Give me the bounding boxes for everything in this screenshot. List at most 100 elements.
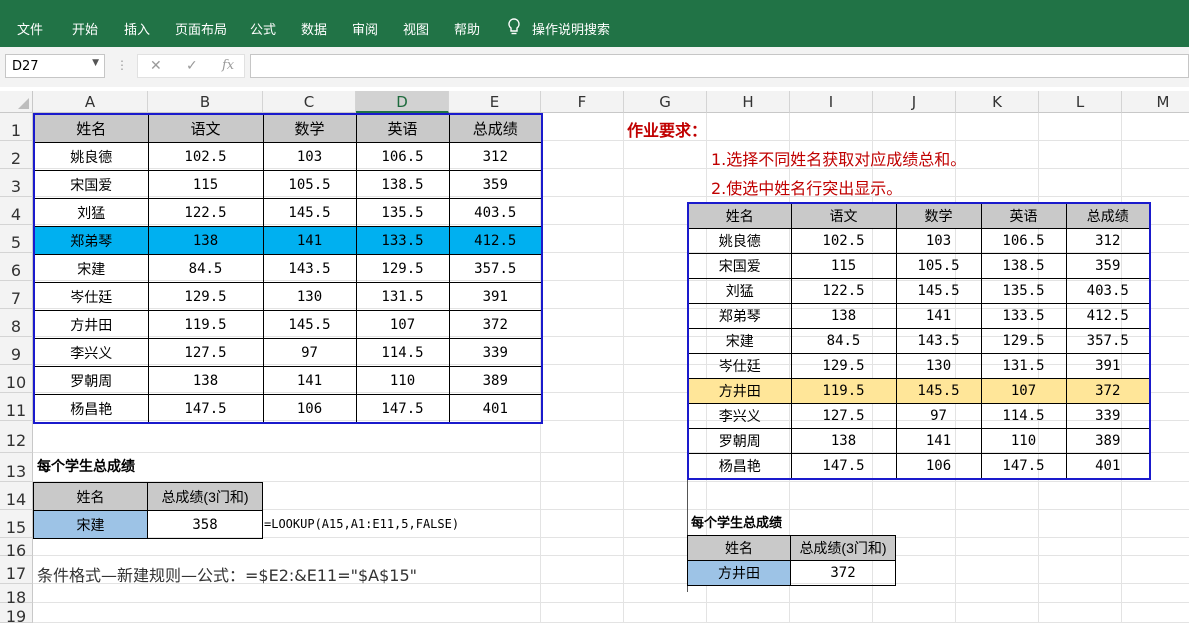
table-cell[interactable]: 刘猛 [33, 198, 149, 227]
table-cell[interactable]: 147.5 [355, 394, 450, 424]
table-cell[interactable]: 389 [448, 366, 543, 395]
tab-help[interactable]: 帮助 [454, 19, 480, 38]
table-cell[interactable]: 141 [262, 226, 357, 255]
table-cell[interactable]: 宋国爱 [33, 170, 149, 199]
table-cell[interactable]: 105.5 [262, 170, 357, 199]
table-cell[interactable]: 106.5 [355, 142, 450, 171]
row-header-18[interactable]: 18 [0, 584, 33, 607]
column-header-i[interactable]: I [790, 91, 873, 113]
table-cell[interactable]: 宋建 [33, 254, 149, 283]
table-cell[interactable]: 115 [147, 170, 264, 199]
table-cell[interactable]: 103 [262, 142, 357, 171]
formula-input[interactable] [250, 54, 1189, 78]
column-header-b[interactable]: B [148, 91, 263, 113]
tab-home[interactable]: 开始 [72, 19, 98, 38]
row-header-2[interactable]: 2 [0, 141, 33, 169]
row-header-19[interactable]: 19 [0, 603, 33, 626]
row-header-9[interactable]: 9 [0, 337, 33, 365]
table-cell[interactable]: 145.5 [262, 310, 357, 339]
table-cell[interactable]: 方井田 [33, 310, 149, 339]
table-cell[interactable]: 138.5 [355, 170, 450, 199]
table-cell[interactable]: 114.5 [355, 338, 450, 367]
table-cell[interactable]: 郑弟琴 [33, 226, 149, 255]
table-cell[interactable]: 129.5 [355, 254, 450, 283]
row-header-6[interactable]: 6 [0, 253, 33, 281]
row-header-5[interactable]: 5 [0, 225, 33, 253]
table-cell[interactable]: 106 [262, 394, 357, 424]
table-cell[interactable]: 岑仕廷 [33, 282, 149, 311]
table-cell[interactable]: 138 [147, 366, 264, 395]
table-cell[interactable]: 312 [448, 142, 543, 171]
table-cell[interactable]: 403.5 [448, 198, 543, 227]
table-cell[interactable]: 107 [355, 310, 450, 339]
column-header-g[interactable]: G [624, 91, 707, 113]
table-cell[interactable]: 110 [355, 366, 450, 395]
lookup-total-cell[interactable]: 358 [147, 510, 263, 539]
table-cell[interactable]: 401 [448, 394, 543, 424]
table-cell[interactable]: 129.5 [147, 282, 264, 311]
table-cell[interactable]: 122.5 [147, 198, 264, 227]
table-cell[interactable]: 135.5 [355, 198, 450, 227]
table-cell[interactable]: 130 [262, 282, 357, 311]
table-cell[interactable]: 339 [448, 338, 543, 367]
column-header-j[interactable]: J [873, 91, 956, 113]
column-header-m[interactable]: M [1122, 91, 1189, 113]
table-header-cell[interactable]: 语文 [147, 113, 264, 143]
column-header-a[interactable]: A [33, 91, 148, 113]
tab-page-layout[interactable]: 页面布局 [175, 19, 227, 38]
column-header-l[interactable]: L [1039, 91, 1122, 113]
table-cell[interactable]: 97 [262, 338, 357, 367]
table-header-cell[interactable]: 英语 [355, 113, 450, 143]
row-header-15[interactable]: 15 [0, 510, 33, 538]
table-cell[interactable]: 412.5 [448, 226, 543, 255]
row-header-16[interactable]: 16 [0, 538, 33, 560]
tell-me-search[interactable]: 操作说明搜索 [532, 19, 610, 38]
table-cell[interactable]: 姚良德 [33, 142, 149, 171]
column-header-h[interactable]: H [707, 91, 790, 113]
table-cell[interactable]: 391 [448, 282, 543, 311]
cancel-icon[interactable]: ✕ [150, 58, 162, 74]
tab-view[interactable]: 视图 [403, 19, 429, 38]
table-cell[interactable]: 147.5 [147, 394, 264, 424]
table-cell[interactable]: 127.5 [147, 338, 264, 367]
tab-data[interactable]: 数据 [301, 19, 327, 38]
table-cell[interactable]: 杨昌艳 [33, 394, 149, 424]
name-box[interactable]: D27 ▼ [5, 54, 105, 78]
enter-icon[interactable]: ✓ [186, 58, 198, 74]
row-header-7[interactable]: 7 [0, 281, 33, 309]
row-header-14[interactable]: 14 [0, 482, 33, 510]
table-cell[interactable]: 李兴义 [33, 338, 149, 367]
row-header-11[interactable]: 11 [0, 393, 33, 421]
table-cell[interactable]: 102.5 [147, 142, 264, 171]
more-options-icon[interactable]: ⋮ [116, 58, 128, 72]
select-all-corner[interactable] [0, 91, 33, 113]
table-cell[interactable]: 141 [262, 366, 357, 395]
table-cell[interactable]: 138 [147, 226, 264, 255]
table-cell[interactable]: 372 [448, 310, 543, 339]
column-header-f[interactable]: F [541, 91, 624, 113]
table-cell[interactable]: 131.5 [355, 282, 450, 311]
row-header-10[interactable]: 10 [0, 365, 33, 393]
tab-file[interactable]: 文件 [17, 19, 43, 38]
row-header-17[interactable]: 17 [0, 556, 33, 584]
table-cell[interactable]: 84.5 [147, 254, 264, 283]
table-cell[interactable]: 357.5 [448, 254, 543, 283]
column-header-e[interactable]: E [449, 91, 541, 113]
lookup-name-cell[interactable]: 宋建 [33, 510, 148, 539]
table-cell[interactable]: 143.5 [262, 254, 357, 283]
row-header-8[interactable]: 8 [0, 309, 33, 337]
table-cell[interactable]: 119.5 [147, 310, 264, 339]
row-header-4[interactable]: 4 [0, 197, 33, 225]
table-cell[interactable]: 359 [448, 170, 543, 199]
row-header-13[interactable]: 13 [0, 453, 33, 482]
table-cell[interactable]: 罗朝周 [33, 366, 149, 395]
column-header-k[interactable]: K [956, 91, 1039, 113]
column-header-d[interactable]: D [356, 91, 449, 113]
table-header-cell[interactable]: 数学 [262, 113, 357, 143]
insert-function-icon[interactable]: fx [222, 58, 234, 73]
table-header-cell[interactable]: 总成绩 [448, 113, 543, 143]
row-header-12[interactable]: 12 [0, 421, 33, 453]
table-cell[interactable]: 133.5 [355, 226, 450, 255]
tab-insert[interactable]: 插入 [124, 19, 150, 38]
table-header-cell[interactable]: 姓名 [33, 113, 149, 143]
